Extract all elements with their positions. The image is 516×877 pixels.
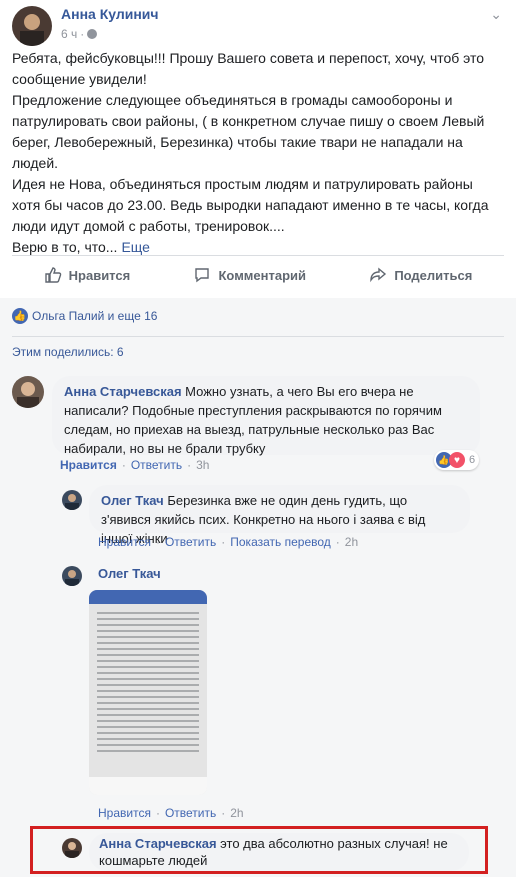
commenter-avatar[interactable] xyxy=(12,376,44,408)
reply-author[interactable]: Олег Ткач xyxy=(98,566,161,581)
share-icon xyxy=(370,267,387,283)
see-more-link[interactable]: Еще xyxy=(121,239,150,255)
attachment-text-lines xyxy=(97,612,199,756)
divider xyxy=(12,336,504,337)
reply-time[interactable]: 2h xyxy=(345,535,358,549)
reply-like-link[interactable]: Нравится xyxy=(98,806,151,820)
reply-actions: Нравится · Ответить · Показать перевод · 2h xyxy=(98,535,359,549)
reply-avatar[interactable] xyxy=(62,490,82,510)
share-button[interactable]: Поделиться xyxy=(369,266,472,284)
post-meta: 6 ч · xyxy=(61,27,98,41)
reactions-text: Ольга Палий и еще 16 xyxy=(32,309,158,323)
comment-time[interactable]: 3h xyxy=(196,458,209,472)
like-label: Нравится xyxy=(68,267,131,283)
reply-time[interactable]: 2h xyxy=(230,806,243,820)
divider xyxy=(12,255,504,256)
post-paragraph: Идея не Нова, объединяться простым людям… xyxy=(12,176,489,234)
reply-author[interactable]: Олег Ткач xyxy=(101,493,164,508)
reaction-count: 6 xyxy=(469,454,476,466)
post-time[interactable]: 6 ч xyxy=(61,27,77,41)
thumbs-up-icon xyxy=(44,267,61,283)
comment-label: Комментарий xyxy=(218,267,307,283)
comment-button[interactable]: Комментарий xyxy=(193,266,306,284)
comment-reactions[interactable]: 👍 ♥ 6 xyxy=(434,450,480,470)
reactions-summary[interactable]: 👍 Ольга Палий и еще 16 xyxy=(12,308,157,324)
reply-bubble: Анна Старчевская это два абсолютно разны… xyxy=(89,833,469,871)
comment-bubble: Анна Старчевская Можно узнать, а чего Вы… xyxy=(52,376,480,456)
post-body: Ребята, фейсбуковцы!!! Прошу Вашего сове… xyxy=(12,48,497,258)
chevron-down-icon[interactable]: ⌄ xyxy=(490,6,502,23)
reply-reply-link[interactable]: Ответить xyxy=(165,535,216,549)
attachment-header-bar xyxy=(89,590,207,604)
reply-author[interactable]: Анна Старчевская xyxy=(99,836,217,851)
comment-icon xyxy=(195,268,210,283)
post-paragraph: Предложение следующее объединяться в гро… xyxy=(12,92,485,171)
comment-actions: Нравится · Ответить · 3h xyxy=(60,458,210,472)
comment-like-link[interactable]: Нравится xyxy=(60,458,117,472)
screenshot-attachment[interactable] xyxy=(89,590,207,795)
post-author[interactable]: Анна Кулинич xyxy=(61,6,159,22)
reply-like-link[interactable]: Нравится xyxy=(98,535,151,549)
attachment-footer-bar xyxy=(89,777,207,795)
translate-link[interactable]: Показать перевод xyxy=(230,535,331,549)
comment-author[interactable]: Анна Старчевская xyxy=(64,384,182,399)
love-reaction-icon: ♥ xyxy=(449,452,465,468)
author-avatar[interactable] xyxy=(12,6,52,46)
reply-reply-link[interactable]: Ответить xyxy=(165,806,216,820)
reply-actions: Нравится · Ответить · 2h xyxy=(98,806,244,820)
shares-count[interactable]: Этим поделились: 6 xyxy=(12,345,124,359)
post-paragraph: Ребята, фейсбуковцы!!! Прошу Вашего сове… xyxy=(12,50,485,87)
like-reaction-icon: 👍 xyxy=(12,308,28,324)
reply-avatar[interactable] xyxy=(62,838,82,858)
like-button[interactable]: Нравится xyxy=(44,266,131,284)
post-actions: Нравится Комментарий Поделиться xyxy=(12,260,504,290)
globe-icon xyxy=(87,29,98,39)
reply-bubble: Олег Ткач Березинка вже не один день гуд… xyxy=(89,485,470,546)
post-card: Анна Кулинич 6 ч · ⌄ Ребята, фейсбуковцы!… xyxy=(0,0,516,298)
share-label: Поделиться xyxy=(394,267,473,283)
post-paragraph-text: Верю в то, что... xyxy=(12,239,118,255)
reply-avatar[interactable] xyxy=(62,566,82,586)
comment-reply-link[interactable]: Ответить xyxy=(131,458,182,472)
